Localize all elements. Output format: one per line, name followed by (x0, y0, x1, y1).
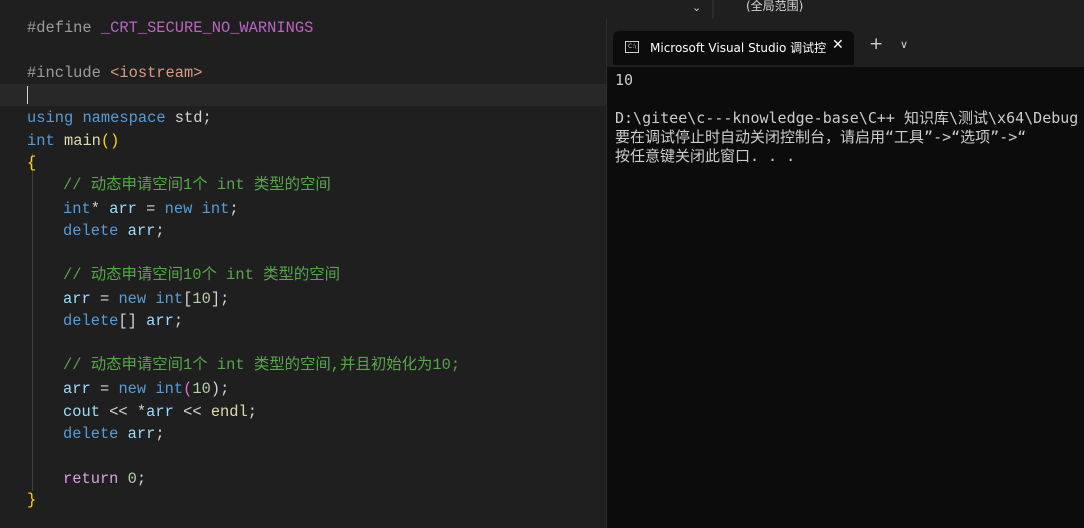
macro-name: _CRT_SECURE_NO_WARNINGS (100, 19, 314, 37)
terminal-tab[interactable]: C:\ Microsoft Visual Studio 调试控 ✕ (613, 31, 854, 65)
text-cursor (27, 86, 28, 104)
chevron-down-icon[interactable]: ∨ (900, 38, 908, 51)
code-line-5: using namespace std; (27, 109, 212, 127)
include-path: <iostream> (110, 64, 203, 82)
close-icon[interactable]: ✕ (832, 37, 844, 53)
toolbar-divider (712, 0, 714, 19)
terminal-output-line: 10 (615, 71, 634, 89)
code-line-22: } (27, 491, 37, 509)
code-comment-3: // 动态申请空间1个 int 类型的空间,并且初始化为10; (63, 356, 461, 374)
terminal-output-line: 按任意键关闭此窗口. . . (615, 147, 796, 165)
preprocessor: #include (27, 64, 111, 82)
code-editor[interactable]: #define _CRT_SECURE_NO_WARNINGS #include… (0, 0, 606, 528)
code-line-1: #define _CRT_SECURE_NO_WARNINGS (27, 17, 313, 39)
code-comment-1: // 动态申请空间1个 int 类型的空间 (63, 176, 331, 194)
code-line-13: arr = new int[10]; (63, 290, 230, 308)
code-line-18: cout << *arr << endl; (63, 403, 258, 421)
top-toolbar: ⌄ (全局范围) (606, 0, 1084, 19)
code-comment-2: // 动态申请空间10个 int 类型的空间 (63, 266, 341, 284)
terminal-output-line: D:\gitee\c---knowledge-base\C++ 知识库\测试\x… (615, 109, 1079, 127)
code-line-7: { (27, 154, 37, 172)
console-icon: C:\ (625, 41, 639, 53)
code-line-9: int* arr = new int; (63, 200, 239, 218)
terminal-window[interactable]: C:\ Microsoft Visual Studio 调试控 ✕ + ∨ 10… (606, 19, 1084, 528)
code-line-17: arr = new int(10); (63, 380, 230, 398)
code-line-14: delete[] arr; (63, 312, 184, 330)
indent-guide (32, 153, 33, 491)
preprocessor: #define (27, 19, 101, 37)
code-line-6: int main() (27, 132, 120, 150)
terminal-output-line: 要在调试停止时自动关闭控制台，请启用“工具”->“选项”->“ (615, 128, 1027, 146)
code-line-19: delete arr; (63, 425, 165, 443)
chevron-down-icon[interactable]: ⌄ (692, 1, 701, 14)
terminal-tab-bar: C:\ Microsoft Visual Studio 调试控 ✕ + ∨ (607, 19, 1084, 67)
code-line-3: #include <iostream> (27, 62, 202, 84)
new-tab-button[interactable]: + (869, 34, 883, 54)
current-line-highlight (0, 84, 606, 106)
scope-dropdown[interactable]: (全局范围) (746, 0, 803, 14)
terminal-tab-title: Microsoft Visual Studio 调试控 (650, 41, 827, 55)
code-line-21: return 0; (63, 470, 147, 488)
code-line-10: delete arr; (63, 222, 165, 240)
